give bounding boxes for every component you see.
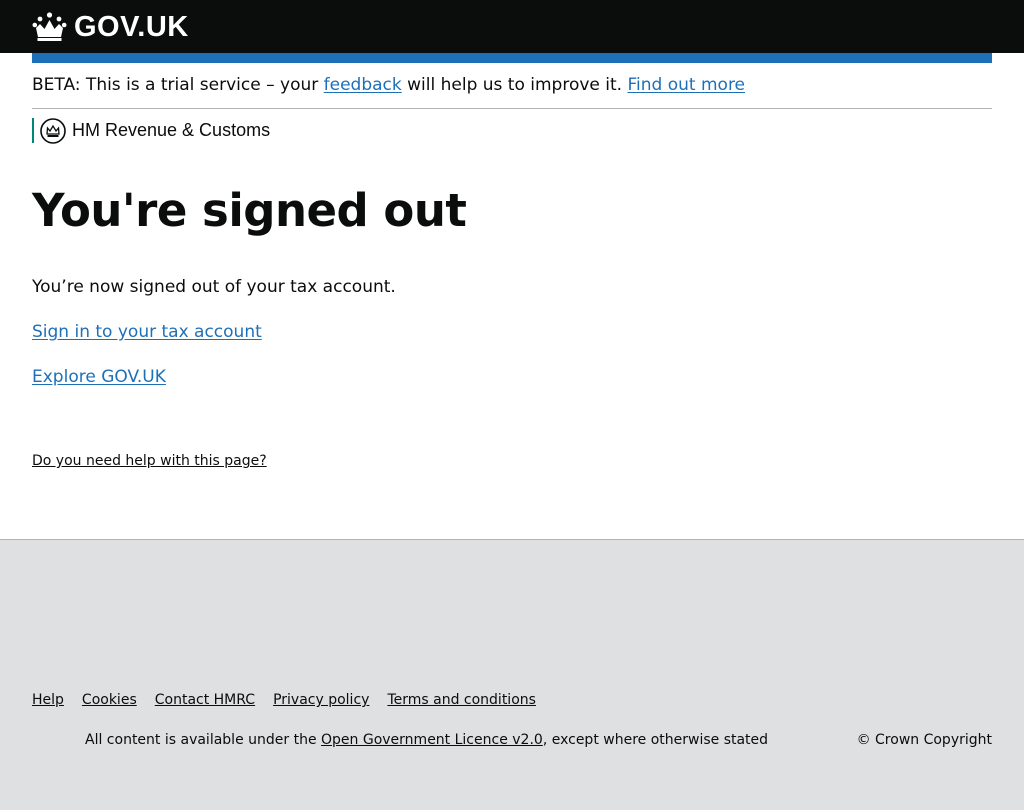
footer-link-contact[interactable]: Contact HMRC bbox=[155, 690, 255, 710]
licence-suffix: , except where otherwise stated bbox=[542, 732, 769, 748]
organisation-name: HM Revenue & Customs bbox=[72, 120, 271, 140]
header-blue-bar bbox=[32, 53, 992, 63]
footer: Help Cookies Contact HMRC Privacy policy… bbox=[0, 539, 1024, 810]
ogl-logo-icon bbox=[32, 731, 77, 749]
ogl-link[interactable]: Open Government Licence v2.0 bbox=[321, 730, 543, 750]
beta-prefix: BETA: This is a trial service – your bbox=[32, 75, 319, 95]
govuk-header: GOV.UK bbox=[0, 0, 1024, 53]
footer-link-privacy[interactable]: Privacy policy bbox=[273, 690, 369, 710]
beta-divider bbox=[32, 108, 992, 109]
explore-paragraph: Explore GOV.UK bbox=[32, 365, 166, 389]
licence-notice: All content is available under the Open … bbox=[32, 730, 768, 750]
beta-banner: BETA: This is a trial service – your fee… bbox=[32, 73, 992, 97]
sign-in-paragraph: Sign in to your tax account bbox=[32, 320, 262, 344]
crown-copyright-link[interactable]: © Crown Copyright bbox=[857, 730, 992, 750]
footer-links: Help Cookies Contact HMRC Privacy policy… bbox=[32, 690, 536, 710]
signed-out-message: You’re now signed out of your tax accoun… bbox=[32, 277, 396, 297]
govuk-logo-link[interactable]: GOV.UK bbox=[32, 10, 189, 44]
feedback-link[interactable]: feedback bbox=[324, 75, 402, 95]
footer-link-help[interactable]: Help bbox=[32, 690, 64, 710]
report-problem-link[interactable]: Do you need help with this page? bbox=[32, 451, 267, 471]
find-out-more-link[interactable]: Find out more bbox=[628, 75, 746, 95]
explore-govuk-link[interactable]: Explore GOV.UK bbox=[32, 367, 166, 387]
footer-link-terms[interactable]: Terms and conditions bbox=[387, 690, 536, 710]
footer-link-cookies[interactable]: Cookies bbox=[82, 690, 137, 710]
licence-prefix: All content is available under the bbox=[85, 732, 317, 748]
organisation-brand: HM Revenue & Customs bbox=[32, 117, 271, 144]
sign-in-link[interactable]: Sign in to your tax account bbox=[32, 322, 262, 342]
crown-icon bbox=[32, 12, 67, 41]
page-title: You're signed out bbox=[32, 184, 467, 237]
beta-middle: will help us to improve it. bbox=[407, 75, 623, 95]
hmrc-crest-icon bbox=[40, 117, 66, 144]
govuk-logo-text: GOV.UK bbox=[74, 11, 189, 43]
